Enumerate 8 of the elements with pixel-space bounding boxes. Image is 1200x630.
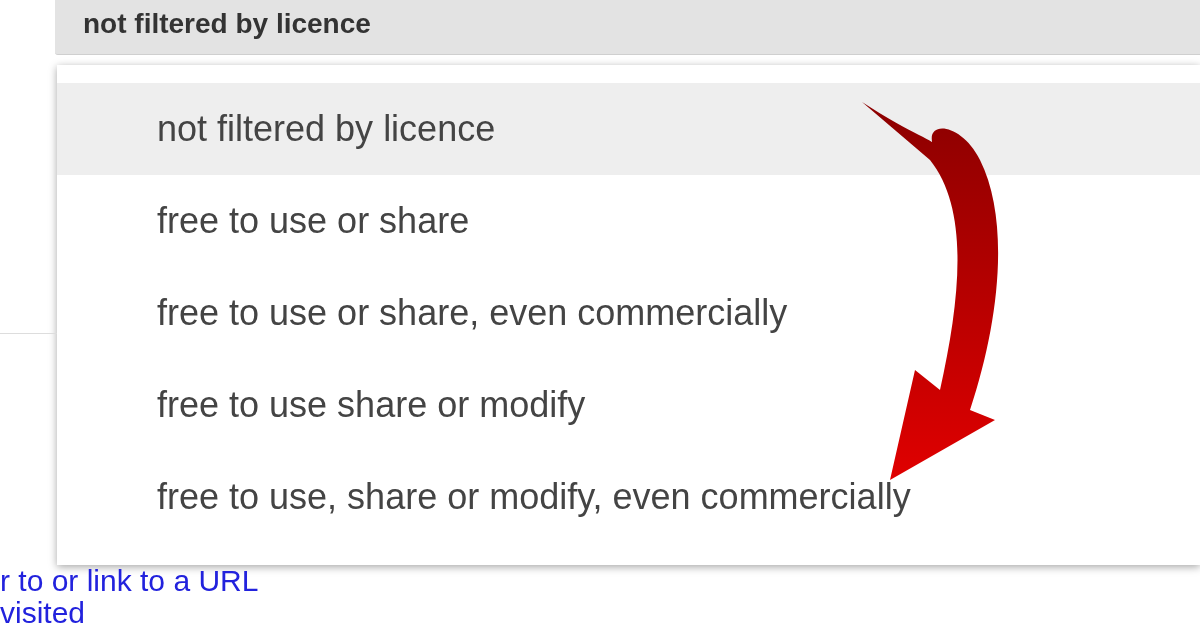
licence-select[interactable]: not filtered by licence [55, 0, 1200, 55]
menu-option[interactable]: free to use share or modify [57, 359, 1200, 451]
menu-option[interactable]: free to use or share [57, 175, 1200, 267]
menu-option[interactable]: not filtered by licence [57, 83, 1200, 175]
menu-option[interactable]: free to use or share, even commercially [57, 267, 1200, 359]
link[interactable]: r to or link to a URL [0, 565, 259, 597]
link[interactable]: visited [0, 597, 86, 629]
menu-option[interactable]: free to use, share or modify, even commercially [57, 451, 1200, 543]
